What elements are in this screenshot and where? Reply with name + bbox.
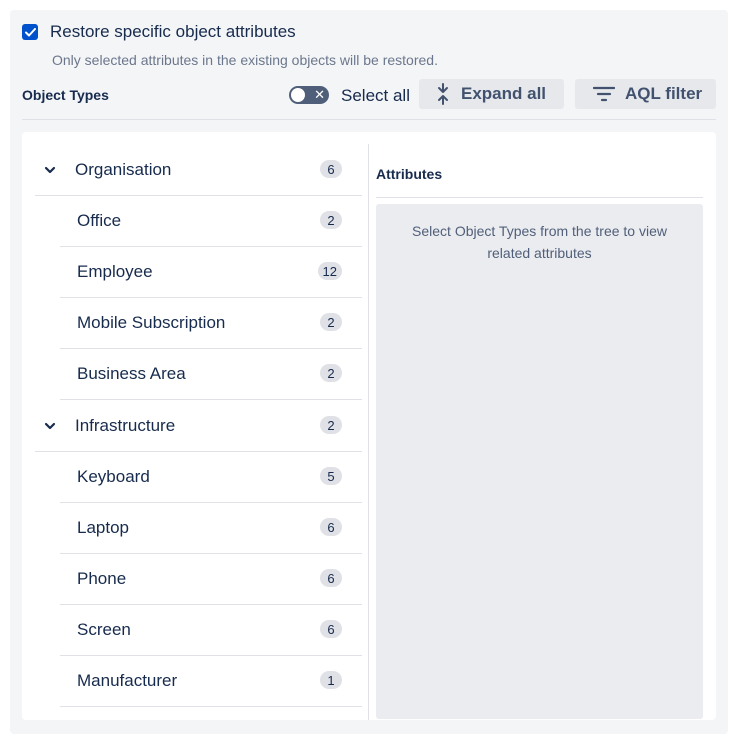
tree-item-manufacturer[interactable]: Manufacturer 1 [60, 655, 362, 707]
restore-label: Restore specific object attributes [50, 22, 296, 41]
count-badge: 2 [320, 364, 342, 382]
tree-item-employee[interactable]: Employee 12 [60, 246, 362, 298]
tree-attributes-divider [368, 144, 369, 720]
header-divider [22, 119, 716, 120]
tree-item-business-area[interactable]: Business Area 2 [60, 348, 362, 400]
aql-filter-button[interactable]: AQL filter [575, 79, 716, 109]
tree-item-label: Keyboard [77, 466, 150, 486]
expand-all-button[interactable]: Expand all [419, 79, 564, 109]
tree-group-label: Infrastructure [75, 415, 176, 435]
select-all-label[interactable]: Select all [341, 86, 410, 106]
attributes-empty-message: Select Object Types from the tree to vie… [412, 223, 667, 261]
object-types-header: Object Types ✕ Select all Expand all AQL… [22, 79, 716, 109]
chevron-down-icon[interactable] [35, 166, 65, 174]
count-badge: 6 [320, 569, 342, 587]
expand-all-label: Expand all [461, 84, 547, 103]
tree-item-label: Mobile Subscription [77, 312, 226, 332]
checkmark-icon [24, 27, 36, 36]
count-badge: 6 [320, 518, 342, 536]
tree-group-infrastructure[interactable]: Infrastructure 2 [35, 400, 362, 452]
chevron-down-icon[interactable] [35, 422, 65, 430]
count-badge: 2 [320, 313, 342, 331]
tree-item-label: Employee [77, 261, 153, 281]
attributes-title: Attributes [376, 166, 443, 182]
tree-item-label: Manufacturer [77, 670, 178, 690]
tree-item-label: Business Area [77, 363, 186, 383]
tree-item-label: Screen [77, 619, 131, 639]
content-box: Organisation 6 Office 2 Employee 12 Mobi… [22, 132, 716, 720]
select-all-toggle[interactable]: ✕ [289, 86, 329, 104]
count-badge: 5 [320, 467, 342, 485]
tree-item-screen[interactable]: Screen 6 [60, 604, 362, 656]
restore-checkbox-row[interactable]: Restore specific object attributes [22, 22, 296, 42]
restore-panel: Restore specific object attributes Only … [10, 10, 728, 734]
tree-item-laptop[interactable]: Laptop 6 [60, 502, 362, 554]
expand-icon [437, 83, 449, 105]
aql-filter-label: AQL filter [625, 84, 703, 103]
tree-item-phone[interactable]: Phone 6 [60, 553, 362, 605]
tree-item-label: Phone [77, 568, 127, 588]
count-badge: 6 [320, 160, 342, 178]
count-badge: 6 [320, 620, 342, 638]
object-types-title: Object Types [22, 87, 109, 103]
filter-icon [593, 86, 615, 102]
attributes-panel: Select Object Types from the tree to vie… [376, 204, 703, 719]
toggle-knob [291, 88, 305, 102]
tree-group-organisation[interactable]: Organisation 6 [35, 144, 362, 196]
object-type-tree: Organisation 6 Office 2 Employee 12 Mobi… [22, 132, 362, 720]
attributes-divider [376, 197, 703, 198]
count-badge: 2 [320, 416, 342, 434]
restore-checkbox[interactable] [22, 24, 38, 40]
tree-item-mobile-subscription[interactable]: Mobile Subscription 2 [60, 297, 362, 349]
tree-item-label: Office [77, 210, 122, 230]
tree-item-keyboard[interactable]: Keyboard 5 [60, 451, 362, 503]
count-badge: 1 [320, 671, 342, 689]
count-badge: 2 [320, 211, 342, 229]
tree-group-label: Organisation [75, 159, 172, 179]
close-icon: ✕ [314, 87, 325, 102]
restore-sublabel: Only selected attributes in the existing… [52, 52, 438, 68]
tree-item-office[interactable]: Office 2 [60, 195, 362, 247]
tree-item-label: Laptop [77, 517, 129, 537]
count-badge: 12 [317, 262, 342, 280]
